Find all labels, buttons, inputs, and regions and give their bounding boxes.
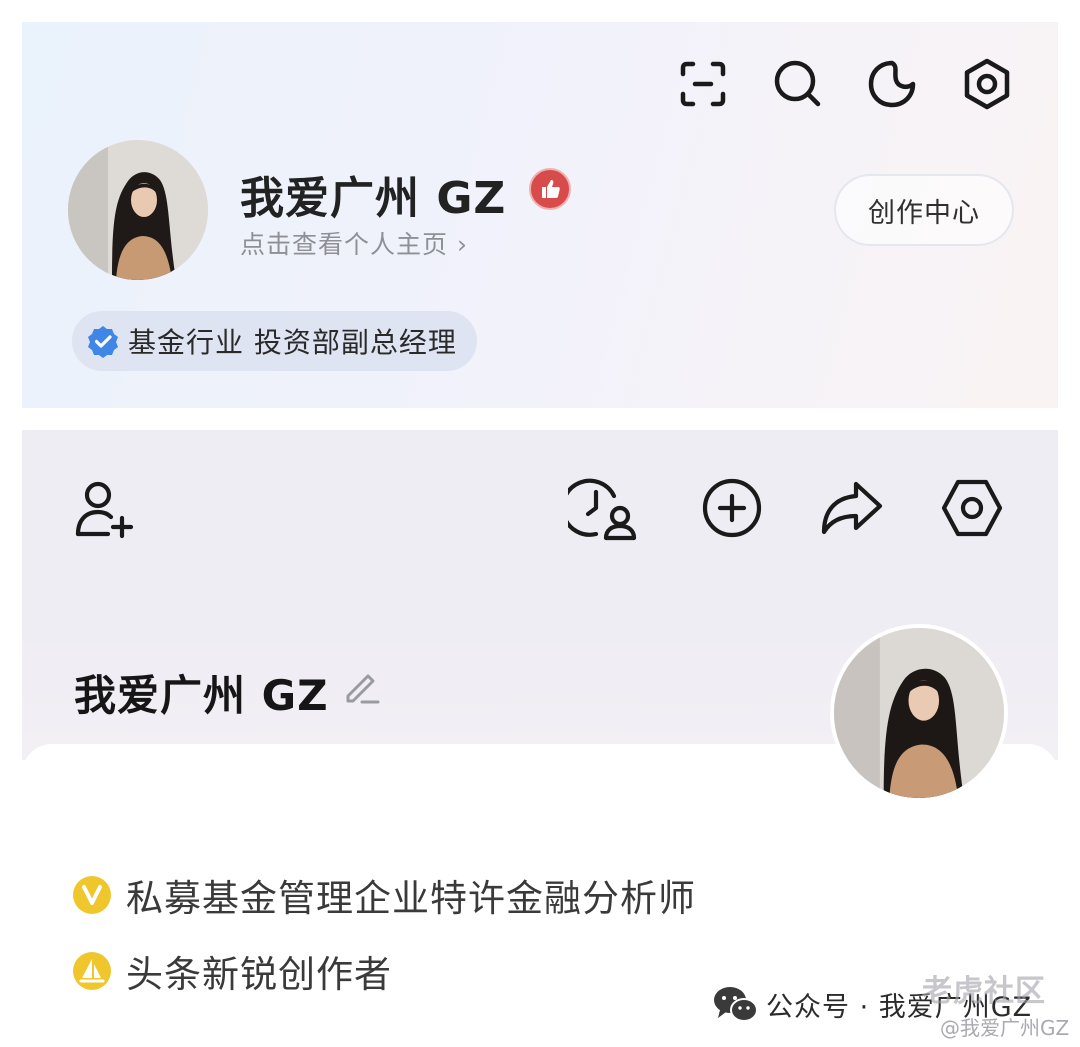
honor-item: 私募基金管理企业特许金融分析师 — [72, 868, 696, 922]
watermark-handle: @我爱广州GZ — [940, 1016, 1070, 1040]
visitors-icon[interactable] — [568, 474, 638, 542]
edit-icon[interactable] — [342, 666, 382, 706]
scan-icon[interactable] — [675, 56, 731, 112]
card-nickname: 我爱广州 GZ — [74, 671, 329, 720]
search-icon[interactable] — [770, 56, 826, 112]
sail-badge-icon — [73, 952, 111, 990]
moon-icon[interactable] — [864, 56, 920, 112]
add-icon[interactable] — [700, 476, 764, 540]
profile-header-card: 我爱广州 GZ 点击查看个人主页 › 创作中心 基金行业 投资部副总经理 — [22, 22, 1058, 408]
verified-icon — [88, 326, 118, 358]
certification-text: 基金行业 投资部副总经理 — [128, 326, 457, 359]
nickname: 我爱广州 GZ — [240, 173, 507, 224]
avatar[interactable] — [68, 140, 208, 280]
thumbs-up-badge-icon — [529, 168, 571, 210]
honor-label: 头条新锐创作者 — [126, 953, 392, 996]
v-badge-icon — [73, 876, 111, 914]
settings-icon[interactable] — [959, 56, 1015, 112]
creator-center-button[interactable]: 创作中心 — [834, 174, 1014, 246]
card-avatar[interactable] — [830, 624, 1008, 802]
add-friend-icon[interactable] — [72, 476, 136, 540]
certification-badge[interactable]: 基金行业 投资部副总经理 — [72, 311, 477, 371]
share-icon[interactable] — [818, 476, 886, 540]
wechat-icon — [714, 987, 758, 1022]
honor-item: 头条新锐创作者 — [72, 944, 392, 998]
honor-label: 私募基金管理企业特许金融分析师 — [126, 877, 696, 920]
view-profile-link[interactable]: 点击查看个人主页 › — [240, 225, 468, 261]
watermark: 老虎社区 — [922, 974, 1046, 1009]
settings-icon[interactable] — [940, 476, 1004, 540]
